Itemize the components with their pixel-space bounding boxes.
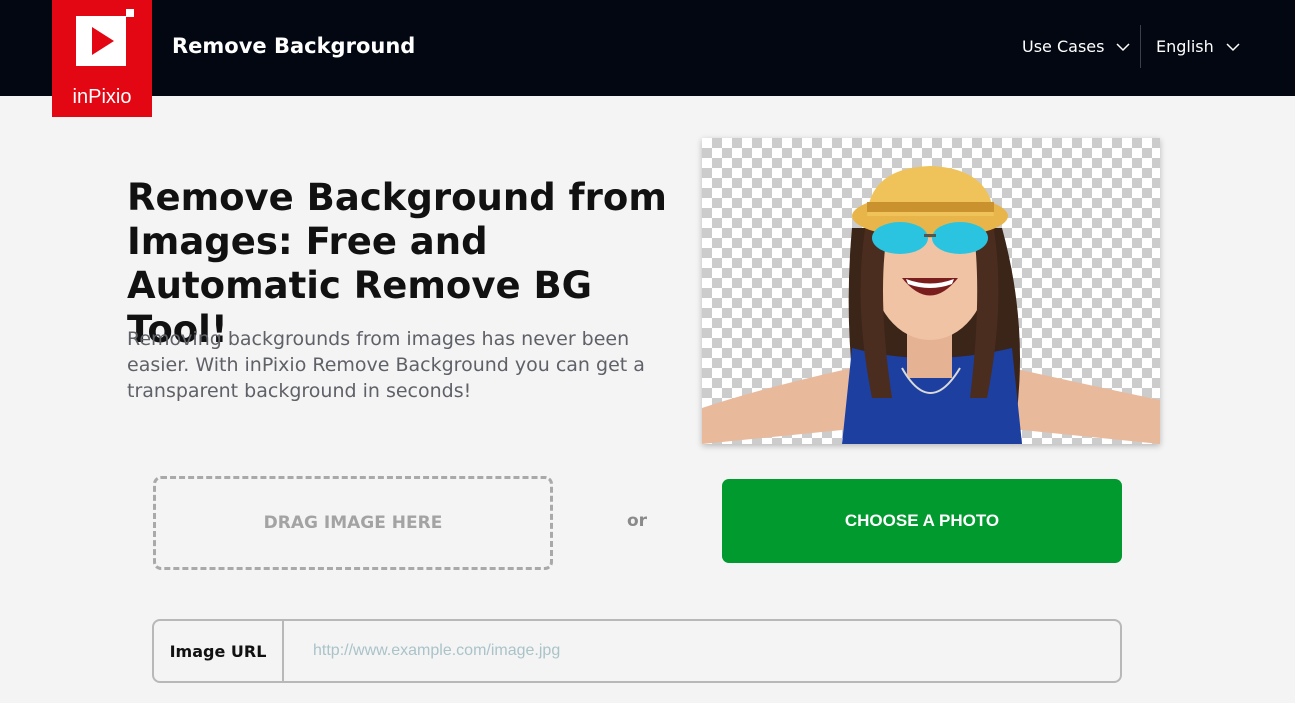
image-url-label: Image URL xyxy=(154,621,284,681)
hero-example-image xyxy=(702,138,1160,444)
nav-use-cases-label: Use Cases xyxy=(1022,37,1105,56)
app-title: Remove Background xyxy=(172,34,416,58)
choose-photo-button[interactable]: CHOOSE A PHOTO xyxy=(722,479,1122,563)
drag-image-dropzone[interactable]: DRAG IMAGE HERE xyxy=(153,476,553,570)
language-selector[interactable]: English xyxy=(1156,37,1240,56)
chevron-down-icon xyxy=(1226,42,1240,51)
nav-divider xyxy=(1140,25,1141,68)
inpixio-logo[interactable]: inPixio xyxy=(52,0,152,117)
language-label: English xyxy=(1156,37,1214,56)
image-url-input[interactable] xyxy=(284,621,1120,681)
nav-use-cases[interactable]: Use Cases xyxy=(1022,37,1130,56)
logo-square-decoration xyxy=(120,20,125,25)
logo-text: inPixio xyxy=(72,86,132,108)
dropzone-label: DRAG IMAGE HERE xyxy=(263,513,443,533)
chevron-down-icon xyxy=(1116,42,1130,51)
image-url-field: Image URL xyxy=(152,619,1122,683)
hero-description: Removing backgrounds from images has nev… xyxy=(127,328,645,402)
play-logo-icon xyxy=(76,16,126,66)
top-header: Remove Background Use Cases English xyxy=(0,0,1295,96)
or-separator: or xyxy=(627,511,648,531)
logo-square-decoration xyxy=(126,9,134,17)
